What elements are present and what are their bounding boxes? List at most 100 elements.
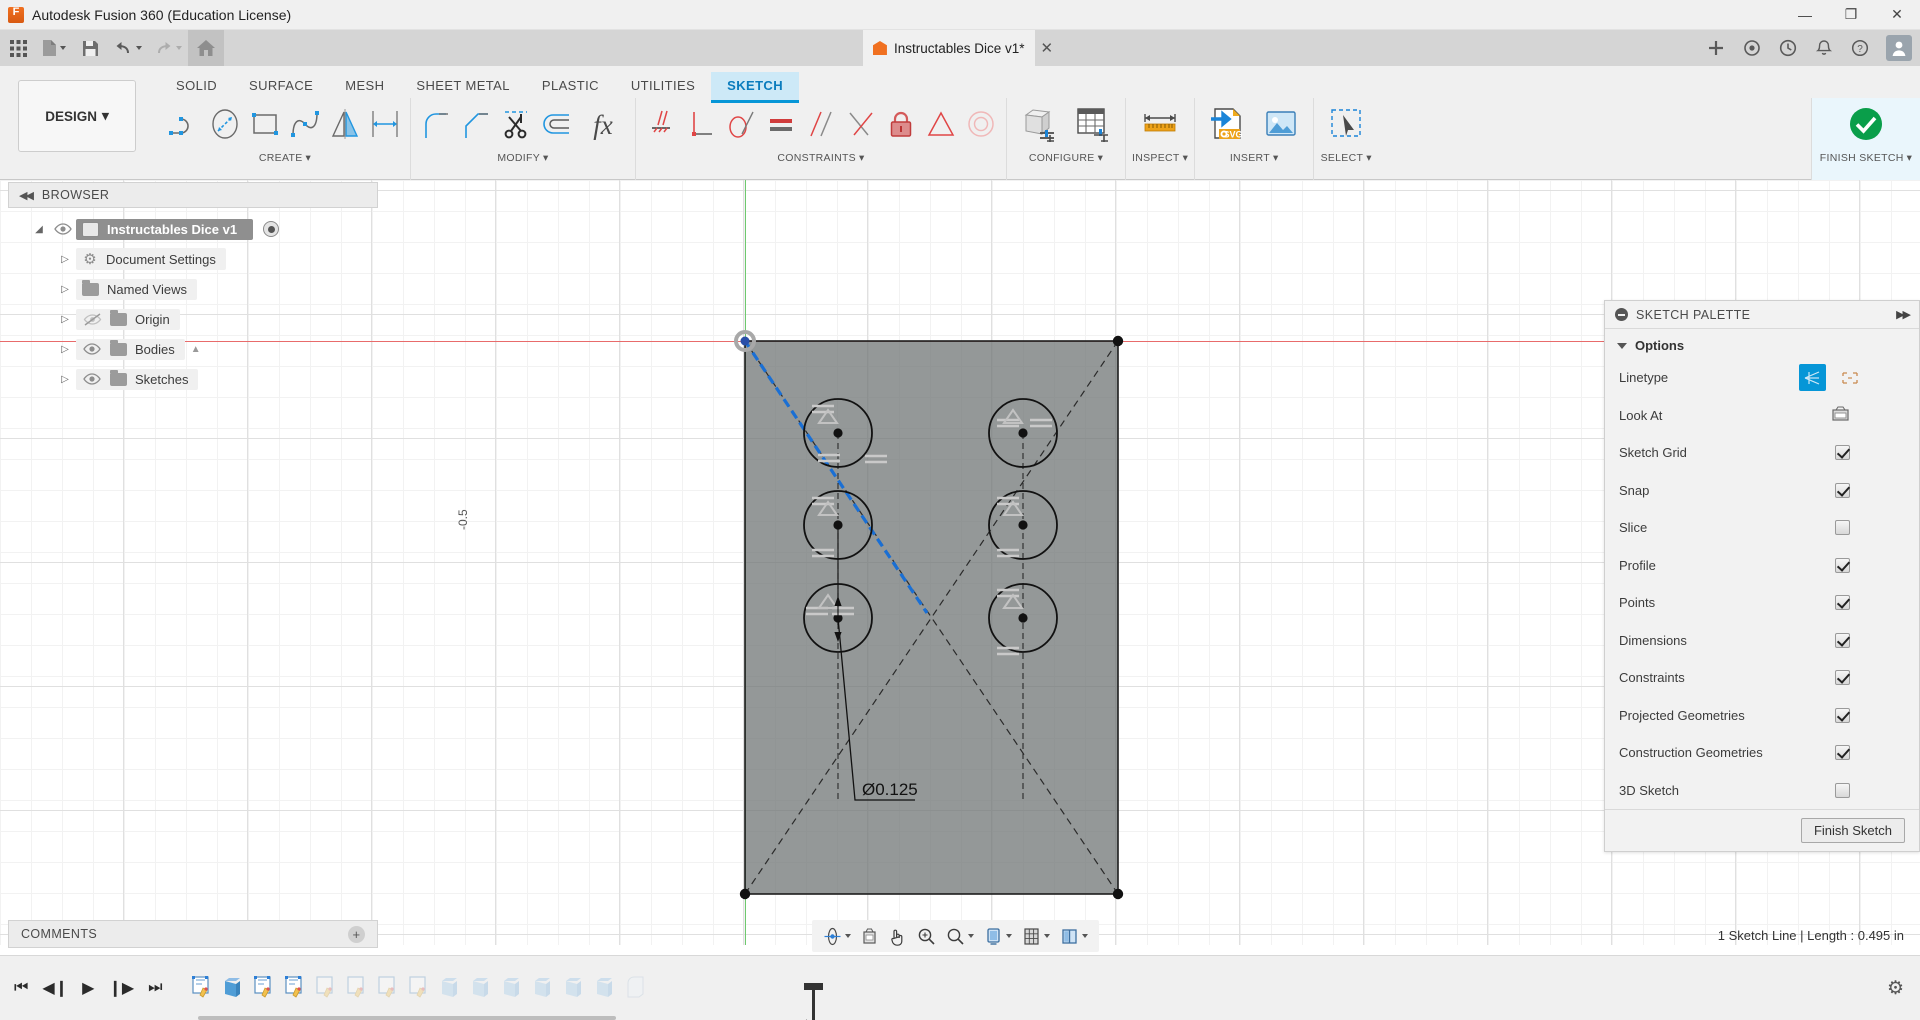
timeline-feature-extrude[interactable] [222, 975, 246, 1001]
add-tab-button[interactable] [1698, 30, 1734, 66]
sketch-palette-header[interactable]: SKETCH PALETTE ▶▶ [1605, 301, 1919, 329]
select-cursor-icon[interactable] [1320, 102, 1372, 146]
panel-finish-label[interactable]: FINISH SKETCH ▾ [1820, 150, 1912, 166]
document-tab[interactable]: Instructables Dice v1* [862, 30, 1035, 66]
minimize-button[interactable]: — [1782, 0, 1828, 30]
redo-icon[interactable] [148, 30, 188, 66]
look-at-icon[interactable] [856, 920, 883, 952]
finish-sketch-button[interactable]: Finish Sketch [1800, 818, 1905, 843]
browser-item-origin[interactable]: ▷ Origin [8, 304, 378, 334]
expand-twisty-icon[interactable]: ◢ [28, 224, 50, 235]
timeline-step-back[interactable]: ◀❙ [42, 978, 68, 998]
expand-twisty-icon[interactable]: ▷ [54, 344, 76, 355]
construction-geometries-checkbox[interactable] [1835, 745, 1850, 761]
timeline-feature-sketch[interactable] [315, 975, 339, 1001]
timeline-feature-sketch[interactable] [346, 975, 370, 1001]
visibility-eye-icon[interactable] [82, 343, 102, 355]
insert-image-icon[interactable] [1255, 102, 1307, 146]
configuration-table-icon[interactable] [1067, 102, 1119, 146]
collinear-icon[interactable] [842, 102, 880, 146]
spline-icon[interactable] [286, 102, 324, 146]
browser-item-sketches[interactable]: ▷ Sketches [8, 364, 378, 394]
rectangular-pattern-icon[interactable] [366, 102, 404, 146]
linetype-normal-button[interactable] [1799, 364, 1826, 392]
perpendicular-icon[interactable] [682, 102, 720, 146]
fillet-icon[interactable] [417, 102, 455, 146]
timeline-play[interactable]: ▶ [82, 978, 94, 998]
job-status-icon[interactable] [1770, 30, 1806, 66]
expand-twisty-icon[interactable]: ▷ [54, 284, 76, 295]
line-icon[interactable] [166, 102, 204, 146]
rectangle-icon[interactable] [246, 102, 284, 146]
midpoint-icon[interactable] [922, 102, 960, 146]
timeline-feature-extrude[interactable] [470, 975, 494, 1001]
user-avatar[interactable] [1886, 35, 1913, 61]
offset-icon[interactable] [537, 102, 575, 146]
chamfer-icon[interactable] [457, 102, 495, 146]
browser-item-root[interactable]: ◢ Instructables Dice v1 [8, 214, 378, 244]
browser-item-bodies[interactable]: ▷ Bodies ▲ [8, 334, 378, 364]
orbit-icon[interactable] [818, 920, 856, 952]
document-tab-close-icon[interactable]: ✕ [1035, 39, 1060, 57]
timeline-feature-extrude[interactable] [501, 975, 525, 1001]
timeline-feature-fillet[interactable] [625, 975, 649, 1001]
expand-panel-icon[interactable]: ▶▶ [1896, 308, 1911, 321]
expand-twisty-icon[interactable]: ▷ [54, 374, 76, 385]
timeline-go-to-beginning[interactable]: ⏮ [14, 979, 28, 997]
timeline-feature-sketch[interactable] [284, 975, 308, 1001]
browser-item-chip[interactable]: Named Views [76, 278, 197, 300]
panel-create-label[interactable]: CREATE ▾ [259, 150, 311, 166]
timeline-feature-extrude[interactable] [439, 975, 463, 1001]
timeline-feature-sketch[interactable] [191, 975, 215, 1001]
projected-geometries-checkbox[interactable] [1835, 707, 1850, 723]
browser-item-named-views[interactable]: ▷ Named Views [8, 274, 378, 304]
comments-panel[interactable]: COMMENTS + [8, 920, 378, 948]
tab-solid[interactable]: SOLID [160, 72, 233, 100]
circle-icon[interactable] [206, 102, 244, 146]
dimensions-checkbox[interactable] [1835, 632, 1850, 648]
zoom-window-icon[interactable] [941, 920, 979, 952]
change-parameters-icon[interactable]: fx [577, 102, 629, 146]
close-button[interactable]: ✕ [1874, 0, 1920, 30]
notifications-bell-icon[interactable] [1806, 30, 1842, 66]
slice-checkbox[interactable] [1835, 520, 1850, 536]
timeline-go-to-end[interactable]: ⏭ [148, 979, 162, 997]
panel-finish-sketch[interactable]: FINISH SKETCH ▾ [1811, 98, 1920, 180]
snap-checkbox[interactable] [1835, 482, 1850, 498]
timeline-feature-extrude[interactable] [594, 975, 618, 1001]
tangent-icon[interactable] [722, 102, 760, 146]
panel-select-label[interactable]: SELECT ▾ [1321, 150, 1372, 166]
home-button[interactable] [188, 30, 224, 66]
tab-utilities[interactable]: UTILITIES [615, 72, 711, 100]
visibility-eye-off-icon[interactable] [82, 312, 102, 326]
panel-constraints-label[interactable]: CONSTRAINTS ▾ [777, 150, 864, 166]
tab-sheet-metal[interactable]: SHEET METAL [400, 72, 526, 100]
workspace-selector[interactable]: DESIGN ▾ [18, 80, 136, 152]
linetype-construction-button[interactable] [1836, 364, 1863, 391]
undo-icon[interactable] [108, 30, 148, 66]
browser-item-document-settings[interactable]: ▷ ⚙ Document Settings [8, 244, 378, 274]
timeline-feature-extrude[interactable] [532, 975, 556, 1001]
browser-item-chip[interactable]: Origin [76, 308, 180, 330]
viewports-icon[interactable] [1055, 920, 1093, 952]
panel-configure-label[interactable]: CONFIGURE ▾ [1029, 150, 1103, 166]
grid-snaps-icon[interactable] [1017, 920, 1055, 952]
panel-modify-label[interactable]: MODIFY ▾ [497, 150, 548, 166]
add-comment-icon[interactable]: + [348, 925, 365, 943]
equal-icon[interactable] [762, 102, 800, 146]
panel-insert-label[interactable]: INSERT ▾ [1230, 150, 1279, 166]
display-settings-icon[interactable] [979, 920, 1017, 952]
expand-twisty-icon[interactable]: ▷ [54, 254, 76, 265]
collapse-icon[interactable]: ◀◀ [19, 189, 34, 202]
timeline-scrollbar[interactable] [198, 1016, 616, 1020]
browser-item-chip[interactable]: Bodies [76, 338, 185, 360]
coincident-icon[interactable] [642, 102, 680, 146]
visibility-eye-icon[interactable] [82, 373, 102, 385]
timeline-feature-sketch[interactable] [377, 975, 401, 1001]
scroll-up-icon[interactable]: ▲ [185, 344, 207, 355]
3d-sketch-checkbox[interactable] [1835, 782, 1850, 798]
apps-grid-icon[interactable] [0, 30, 36, 66]
zoom-icon[interactable] [912, 920, 941, 952]
constraints-checkbox[interactable] [1835, 670, 1850, 686]
timeline-feature-sketch[interactable] [408, 975, 432, 1001]
